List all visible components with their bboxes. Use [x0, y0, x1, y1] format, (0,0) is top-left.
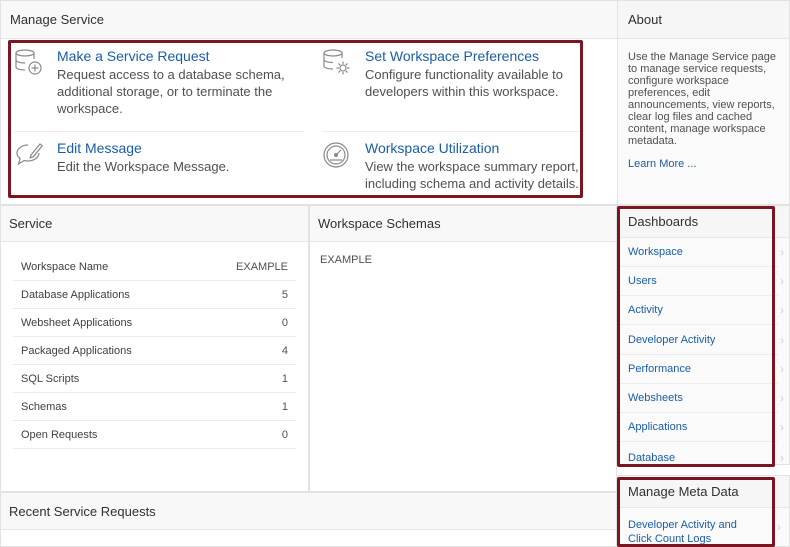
dashboard-link-workspace[interactable]: Workspace ›	[618, 238, 784, 267]
row-label: Open Requests	[21, 428, 98, 441]
table-row: Database Applications 5	[13, 281, 296, 309]
about-text: Use the Manage Service page to manage se…	[628, 51, 776, 147]
dashboards-region: Dashboards Workspace › Users › Activity › D…	[617, 205, 790, 465]
table-row: Packaged Applications 4	[13, 337, 296, 365]
card-divider	[322, 131, 582, 132]
table-row: SQL Scripts 1	[13, 365, 296, 393]
set-workspace-preferences-desc: Configure functionality available to dev…	[365, 67, 564, 99]
chevron-right-icon: ›	[780, 245, 784, 259]
make-service-request-card[interactable]: Make a Service Request Request access to…	[14, 48, 287, 117]
row-label: Workspace Name	[21, 260, 109, 273]
set-workspace-preferences-card[interactable]: Set Workspace Preferences Configure func…	[322, 48, 595, 100]
row-label: Schemas	[21, 400, 67, 413]
table-row: Websheet Applications 0	[13, 309, 296, 337]
dashboard-link-websheets[interactable]: Websheets ›	[618, 384, 784, 413]
database-add-icon	[14, 48, 44, 78]
speech-bubble-pen-icon	[14, 140, 44, 170]
link-label: Users	[628, 275, 657, 287]
chevron-right-icon: ›	[777, 520, 781, 534]
chevron-right-icon: ›	[780, 362, 784, 376]
row-value: 1	[281, 372, 288, 385]
dashboard-link-developer-activity[interactable]: Developer Activity ›	[618, 326, 784, 355]
manage-meta-data-title: Manage Meta Data	[618, 476, 789, 508]
manage-service-title: Manage Service	[1, 1, 617, 39]
table-row: Workspace Name EXAMPLE	[13, 253, 296, 281]
link-label: Activity	[628, 304, 663, 316]
workspace-utilization-link[interactable]: Workspace Utilization	[365, 140, 595, 157]
chevron-right-icon: ›	[780, 274, 784, 288]
link-label: Database	[628, 451, 676, 464]
developer-activity-logs-link[interactable]: Developer Activity and Click Count Logs	[628, 518, 748, 546]
row-value: 5	[281, 288, 288, 301]
link-label: Performance	[628, 363, 691, 375]
workspace-utilization-card[interactable]: Workspace Utilization View the workspace…	[322, 140, 595, 192]
link-label: Workspace	[628, 246, 683, 258]
edit-message-card[interactable]: Edit Message Edit the Workspace Message.	[14, 140, 287, 175]
edit-message-link[interactable]: Edit Message	[57, 140, 287, 157]
about-region: About Use the Manage Service page to man…	[617, 0, 790, 205]
link-label: Websheets	[628, 392, 683, 404]
row-label: Websheet Applications	[21, 316, 133, 329]
chevron-right-icon: ›	[780, 391, 784, 405]
dashboard-link-database[interactable]: Database ›	[618, 443, 784, 472]
dashboards-title: Dashboards	[618, 206, 789, 238]
edit-message-desc: Edit the Workspace Message.	[57, 159, 230, 174]
link-label: Developer Activity	[628, 334, 716, 346]
service-title: Service	[1, 206, 308, 242]
chevron-right-icon: ›	[780, 333, 784, 347]
row-label: Database Applications	[21, 288, 130, 301]
dashboard-link-performance[interactable]: Performance ›	[618, 355, 784, 384]
dashboard-link-applications[interactable]: Applications ›	[618, 413, 784, 442]
database-gear-icon	[322, 48, 352, 78]
workspace-utilization-desc: View the workspace summary report, inclu…	[365, 159, 579, 191]
chevron-right-icon: ›	[780, 420, 784, 434]
row-value: 1	[281, 400, 288, 413]
set-workspace-preferences-link[interactable]: Set Workspace Preferences	[365, 48, 595, 65]
table-row: Schemas 1	[13, 393, 296, 421]
chevron-right-icon: ›	[780, 303, 784, 317]
about-title: About	[618, 1, 789, 39]
gauge-icon	[322, 140, 352, 170]
row-value: 4	[281, 344, 288, 357]
service-region: Service Workspace Name EXAMPLE Database A…	[0, 205, 309, 492]
schema-item: EXAMPLE	[320, 254, 372, 266]
workspace-schemas-region: Workspace Schemas EXAMPLE	[309, 205, 617, 492]
row-label: SQL Scripts	[21, 372, 80, 385]
row-value: EXAMPLE	[236, 260, 288, 273]
link-label: Applications	[628, 421, 688, 433]
make-service-request-link[interactable]: Make a Service Request	[57, 48, 287, 65]
card-divider	[14, 131, 304, 132]
make-service-request-desc: Request access to a database schema, add…	[57, 67, 285, 116]
workspace-schemas-title: Workspace Schemas	[310, 206, 616, 242]
manage-meta-data-region: Manage Meta Data Developer Activity and …	[617, 475, 790, 547]
chevron-right-icon: ›	[780, 450, 784, 465]
row-value: 0	[281, 316, 288, 329]
learn-more-link[interactable]: Learn More ...	[628, 158, 779, 170]
table-row: Open Requests 0	[13, 421, 296, 449]
row-label: Packaged Applications	[21, 344, 132, 357]
manage-service-region: Manage Service Make a Service Request Re…	[0, 0, 617, 205]
recent-service-requests-region: Recent Service Requests	[0, 492, 617, 547]
dashboard-link-users[interactable]: Users ›	[618, 267, 784, 296]
dashboard-link-activity[interactable]: Activity ›	[618, 296, 784, 325]
recent-service-requests-title: Recent Service Requests	[1, 493, 616, 530]
row-value: 0	[281, 428, 288, 441]
